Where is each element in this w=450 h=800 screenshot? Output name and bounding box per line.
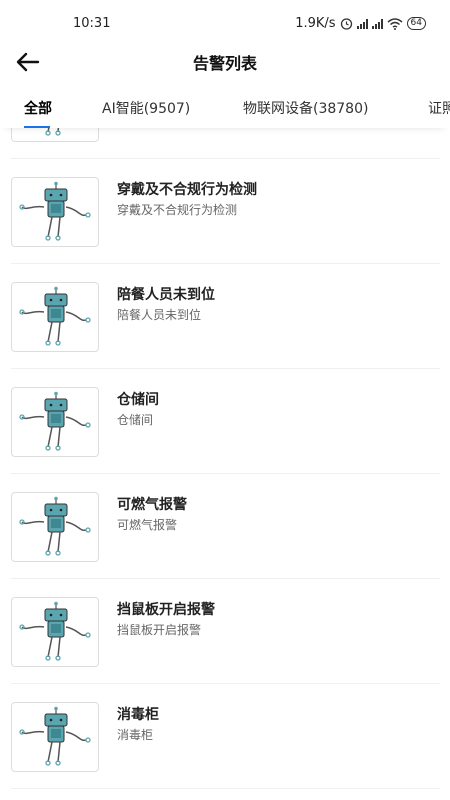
item-title: 仓储间 (117, 392, 159, 408)
tab-iot[interactable]: 物联网设备(38780) (243, 98, 368, 118)
robot-icon (11, 387, 99, 457)
robot-icon (11, 128, 99, 142)
list-item[interactable] (0, 128, 450, 159)
signal-icon (356, 18, 368, 29)
list-item[interactable]: 陪餐人员未到位 陪餐人员未到位 (0, 264, 450, 369)
list-item[interactable]: 可燃气报警 可燃气报警 (0, 474, 450, 579)
tab-indicator (24, 126, 50, 128)
status-bar: 10:31 1.9K/s 64 (0, 0, 450, 48)
item-subtitle: 陪餐人员未到位 (117, 308, 202, 322)
item-subtitle: 仓储间 (117, 413, 154, 427)
alert-list: 穿戴及不合规行为检测 穿戴及不合规行为检测 陪餐人员未到位 陪餐人员未到位 仓储… (0, 128, 450, 800)
signal-icon (371, 18, 383, 29)
robot-icon (11, 492, 99, 562)
item-title: 消毒柜 (117, 707, 159, 723)
tab-license[interactable]: 证照 (428, 98, 450, 118)
battery-icon: 64 (406, 17, 426, 30)
robot-icon (11, 177, 99, 247)
wifi-icon (387, 17, 403, 30)
item-subtitle: 消毒柜 (117, 728, 154, 742)
net-speed: 1.9K/s (295, 16, 336, 31)
item-subtitle: 穿戴及不合规行为检测 (117, 203, 238, 217)
alarm-icon (340, 18, 352, 30)
status-time: 10:31 (73, 16, 111, 31)
item-subtitle: 可燃气报警 (117, 518, 178, 532)
list-item[interactable]: 仓储间 仓储间 (0, 369, 450, 474)
list-item[interactable]: 穿戴及不合规行为检测 穿戴及不合规行为检测 (0, 159, 450, 264)
list-item[interactable]: 挡鼠板开启报警 挡鼠板开启报警 (0, 579, 450, 684)
page-title: 告警列表 (192, 54, 257, 73)
tab-all[interactable]: 全部 (24, 98, 52, 118)
tab-bar: 全部 AI智能(9507) 物联网设备(38780) 证照 (0, 92, 450, 128)
item-title: 挡鼠板开启报警 (117, 602, 215, 618)
item-title: 陪餐人员未到位 (117, 287, 215, 303)
divider (11, 788, 440, 789)
robot-icon (11, 282, 99, 352)
item-title: 穿戴及不合规行为检测 (117, 182, 257, 198)
tab-ai[interactable]: AI智能(9507) (102, 98, 190, 118)
robot-icon (11, 702, 99, 772)
nav-bar: 告警列表 (0, 44, 450, 80)
item-title: 可燃气报警 (117, 497, 187, 513)
status-icons: 1.9K/s 64 (295, 16, 426, 31)
robot-icon (11, 597, 99, 667)
item-subtitle: 挡鼠板开启报警 (117, 623, 202, 637)
list-item[interactable]: 消毒柜 消毒柜 (0, 684, 450, 789)
